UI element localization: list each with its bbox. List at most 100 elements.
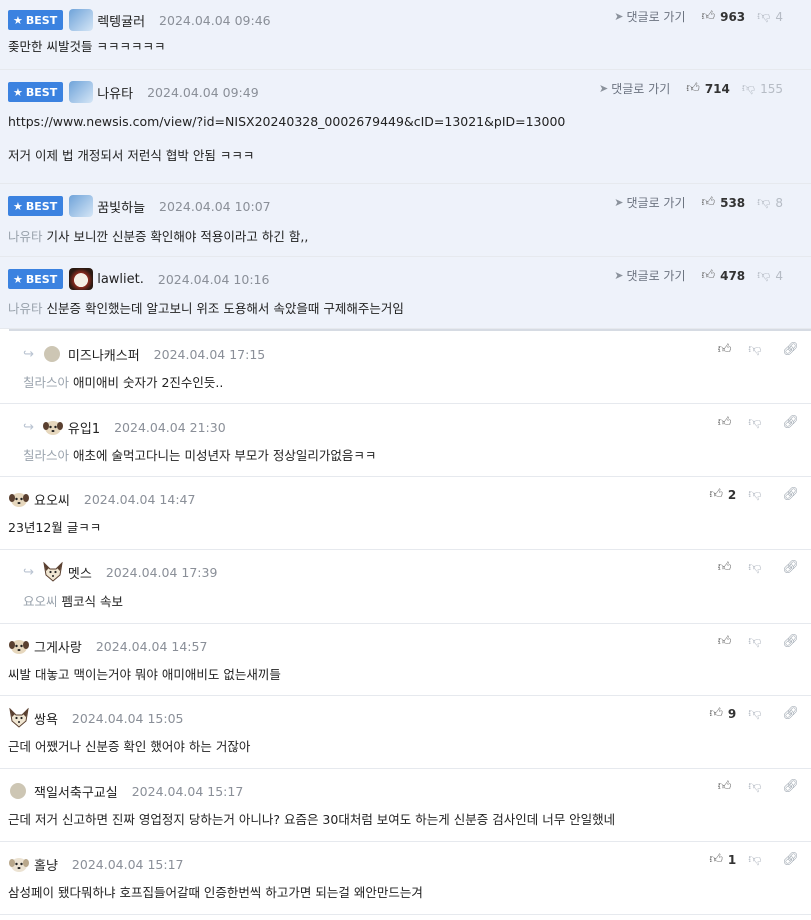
comment-text: 요오씨 펨코식 속보 [23, 594, 123, 609]
like-button[interactable]: 👍︎ 2 [709, 487, 736, 502]
avatar[interactable] [8, 854, 30, 874]
like-button[interactable]: 👍︎ [718, 415, 737, 430]
avatar[interactable] [10, 783, 26, 799]
dislike-button[interactable]: 👎︎ [748, 560, 766, 575]
link-icon[interactable]: 🔗︎ [782, 779, 799, 794]
thumbs-down-icon: 👎︎ [748, 560, 762, 575]
comment-date: 2024.04.04 09:46 [159, 12, 271, 28]
best-badge: ★ BEST [8, 196, 64, 216]
avatar[interactable] [8, 489, 30, 509]
dislike-button[interactable]: 👎︎ [748, 415, 766, 430]
author-nick[interactable]: lawliet. [97, 272, 144, 287]
like-button[interactable]: 👍︎ 1 [709, 852, 736, 867]
goto-comment-link[interactable]: ➤ 댓글로 가기 [614, 194, 685, 211]
avatar[interactable] [41, 417, 64, 437]
avatar[interactable] [69, 268, 94, 290]
comment-header: 잭일서축구교실 2024.04.04 15:17 [8, 781, 243, 801]
like-button[interactable]: 👍︎ [718, 342, 737, 357]
thumbs-down-icon: 👎︎ [748, 779, 762, 794]
mention[interactable]: 나유타 [8, 301, 43, 316]
avatar[interactable] [43, 346, 60, 362]
avatar[interactable] [8, 636, 30, 656]
comment-actions: 👍︎ 👎︎ 🔗︎ [718, 634, 799, 649]
author-nick[interactable]: 유입1 [68, 418, 100, 437]
author-nick[interactable]: 멧스 [68, 563, 92, 582]
send-icon: ➤ [614, 269, 624, 282]
comment-header: ★ BEST 나유타 2024.04.04 09:49 [8, 81, 259, 103]
link-icon[interactable]: 🔗︎ [782, 560, 799, 575]
mention[interactable]: 칠라스아 [23, 375, 69, 390]
fox-avatar-icon [43, 561, 63, 582]
comment: 잭일서축구교실 2024.04.04 15:17 👍︎ 👎︎ 🔗︎ 근데 저거 … [0, 769, 811, 842]
author-nick[interactable]: 미즈나캐스퍼 [68, 345, 140, 364]
mention[interactable]: 요오씨 [23, 594, 58, 609]
link-icon[interactable]: 🔗︎ [782, 706, 799, 721]
avatar[interactable] [41, 561, 64, 583]
goto-comment-link[interactable]: ➤ 댓글로 가기 [599, 80, 670, 97]
author-nick[interactable]: 요오씨 [34, 490, 70, 509]
best-badge: ★ BEST [8, 269, 64, 289]
dislike-button[interactable]: 👎︎ [748, 779, 766, 794]
comment-actions: 👍︎ 1 👎︎ 🔗︎ [709, 852, 799, 867]
link-icon[interactable]: 🔗︎ [782, 342, 799, 357]
dislike-button[interactable]: 👎︎ 8 [757, 195, 783, 210]
dislike-button[interactable]: 👎︎ 4 [757, 268, 783, 283]
thumbs-up-icon: 👍︎ [701, 9, 716, 24]
dislike-button[interactable]: 👎︎ [748, 634, 766, 649]
dislike-button[interactable]: 👎︎ [748, 706, 766, 721]
like-button[interactable]: 👍︎ [718, 779, 737, 794]
mention[interactable]: 나유타 [8, 229, 43, 244]
comment-text: 나유타 기사 보니깐 신분증 확인해야 적용이라고 하긴 함,, [8, 229, 309, 244]
author-nick[interactable]: 잭일서축구교실 [34, 782, 118, 801]
avatar[interactable] [69, 81, 94, 103]
comment-header: ↪ 미즈나캐스퍼 2024.04.04 17:15 [23, 344, 265, 364]
like-button[interactable]: 👍︎ [718, 560, 737, 575]
comment-header: ★ BEST 렉텡귤러 2024.04.04 09:46 [8, 9, 271, 31]
goto-comment-link[interactable]: ➤ 댓글로 가기 [614, 8, 685, 25]
comment-text: 나유타 신분증 확인했는데 알고보니 위조 도용해서 속았을때 구제해주는거임 [8, 301, 404, 316]
goto-comment-link[interactable]: ➤ 댓글로 가기 [614, 267, 685, 284]
avatar[interactable] [8, 707, 30, 729]
dislike-button[interactable]: 👎︎ [748, 342, 766, 357]
like-button[interactable]: 👍︎ 478 [702, 268, 746, 283]
thumbs-up-icon: 👍︎ [709, 487, 723, 502]
author-nick[interactable]: 그게사랑 [34, 637, 82, 656]
mention[interactable]: 칠라스아 [23, 448, 69, 463]
author-nick[interactable]: 쌍욕 [34, 709, 58, 728]
like-button[interactable]: 👍︎ 538 [702, 195, 746, 210]
author-nick[interactable]: 홀냥 [34, 855, 58, 874]
comment-actions: 👍︎ 9 👎︎ 🔗︎ [709, 706, 799, 721]
comment-header: ↪ 멧스 2024.04.04 17:39 [23, 561, 217, 583]
thumbs-up-icon: 👍︎ [701, 195, 716, 210]
dislike-button[interactable]: 👎︎ 155 [742, 81, 783, 96]
like-button[interactable]: 👍︎ 963 [702, 9, 746, 24]
avatar[interactable] [69, 195, 94, 217]
dislike-button[interactable]: 👎︎ [748, 487, 766, 502]
link-icon[interactable]: 🔗︎ [782, 634, 799, 649]
like-button[interactable]: 👍︎ 714 [686, 81, 730, 96]
avatar[interactable] [69, 9, 94, 31]
comment-text: 근데 어쨌거나 신분증 확인 했어야 하는 거잖아 [8, 739, 251, 754]
link-icon[interactable]: 🔗︎ [782, 852, 799, 867]
comment-date: 2024.04.04 10:07 [159, 198, 271, 214]
comment-actions: ➤ 댓글로 가기 👍︎ 714 👎︎ 155 [599, 80, 799, 97]
thumbs-down-icon: 👎︎ [748, 487, 762, 502]
like-button[interactable]: 👍︎ [718, 634, 737, 649]
link-icon[interactable]: 🔗︎ [782, 487, 799, 502]
like-button[interactable]: 👍︎ 9 [709, 706, 736, 721]
link-icon[interactable]: 🔗︎ [782, 415, 799, 430]
comment-date: 2024.04.04 17:15 [153, 346, 266, 362]
comment-header: ★ BEST lawliet. 2024.04.04 10:16 [8, 268, 269, 290]
author-nick[interactable]: 나유타 [97, 83, 133, 102]
thumbs-down-icon: 👎︎ [748, 342, 762, 357]
dog-avatar-icon [9, 640, 29, 654]
comment-text: 칠라스아 애초에 술먹고다니는 미성년자 부모가 정상일리가없음ㅋㅋ [23, 448, 377, 463]
author-nick[interactable]: 꿈빛하늘 [97, 197, 145, 216]
thumbs-up-icon: 👍︎ [686, 81, 700, 96]
thumbs-up-icon: 👍︎ [717, 415, 732, 430]
comment-reply: ↪ 유입1 2024.04.04 21:30 👍︎ 👎︎ 🔗︎ 칠라스아 애초에 … [0, 404, 811, 477]
comment-text: 씨발 대놓고 맥이는거야 뭐야 애미애비도 없는새끼들 [8, 667, 281, 682]
dislike-button[interactable]: 👎︎ [748, 852, 766, 867]
author-nick[interactable]: 렉텡귤러 [97, 11, 145, 30]
dislike-button[interactable]: 👎︎ 4 [757, 9, 783, 24]
